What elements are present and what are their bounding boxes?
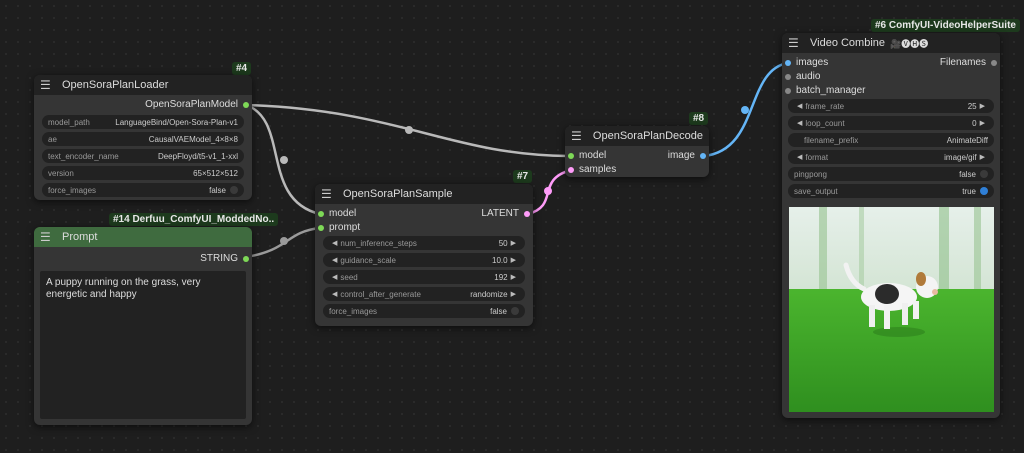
toggle-icon xyxy=(980,170,988,178)
menu-icon[interactable]: ☰ xyxy=(321,188,335,200)
output-slot-dot[interactable] xyxy=(524,211,530,217)
loop-count-widget[interactable]: ◀ loop_count 0 ▶ xyxy=(788,116,994,130)
pingpong-toggle[interactable]: pingpong false xyxy=(788,167,994,181)
increment-arrow-icon[interactable]: ▶ xyxy=(511,273,516,281)
output-slot-label: STRING xyxy=(200,253,238,264)
increment-arrow-icon[interactable]: ▶ xyxy=(980,153,985,161)
node-badge: #6 ComfyUI-VideoHelperSuite xyxy=(871,19,1020,32)
ae-widget[interactable]: ae CausalVAEModel_4×8×8 xyxy=(42,132,244,146)
video-combine-node[interactable]: ☰ Video Combine 🎥🅥🅗🅢 images audio batch_… xyxy=(782,33,1000,418)
increment-arrow-icon[interactable]: ▶ xyxy=(511,290,516,298)
increment-arrow-icon[interactable]: ▶ xyxy=(511,239,516,247)
opensoraplan-loader-node[interactable]: ☰ OpenSoraPlanLoader OpenSoraPlanModel m… xyxy=(34,75,252,200)
menu-icon[interactable]: ☰ xyxy=(40,231,54,243)
input-slot-label: batch_manager xyxy=(796,85,866,96)
decrement-arrow-icon[interactable]: ◀ xyxy=(797,153,802,161)
vhs-icons: 🎥🅥🅗🅢 xyxy=(890,38,929,49)
prompt-textarea[interactable]: A puppy running on the grass, very energ… xyxy=(40,271,246,419)
node-title: OpenSoraPlanDecode xyxy=(592,130,703,142)
opensoraplan-sample-node[interactable]: ☰ OpenSoraPlanSample model prompt LATENT… xyxy=(315,184,533,326)
num-inference-steps-widget[interactable]: ◀ num_inference_steps 50 ▶ xyxy=(323,236,525,250)
link-midpoint[interactable] xyxy=(280,156,288,164)
node-title: Video Combine xyxy=(810,37,886,49)
link-string-to-prompt xyxy=(245,226,321,259)
toggle-icon xyxy=(980,187,988,195)
menu-icon[interactable]: ☰ xyxy=(571,130,585,142)
node-title: OpenSoraPlanLoader xyxy=(62,79,169,91)
prompt-node[interactable]: ☰ Prompt STRING A puppy running on the g… xyxy=(34,227,252,425)
filename-prefix-widget[interactable]: filename_prefix AnimateDiff xyxy=(788,133,994,147)
node-badge: #7 xyxy=(513,170,533,183)
guidance-scale-widget[interactable]: ◀ guidance_scale 10.0 ▶ xyxy=(323,253,525,267)
toggle-icon xyxy=(511,307,519,315)
force-images-toggle[interactable]: force_images false xyxy=(323,304,525,318)
increment-arrow-icon[interactable]: ▶ xyxy=(980,119,985,127)
node-title: OpenSoraPlanSample xyxy=(343,188,453,200)
input-slot-dot[interactable] xyxy=(318,225,324,231)
control-after-generate-widget[interactable]: ◀ control_after_generate randomize ▶ xyxy=(323,287,525,301)
input-slot-label: model xyxy=(329,208,357,219)
model-path-widget[interactable]: model_path LanguageBind/Open-Sora-Plan-v… xyxy=(42,115,244,129)
frame-rate-widget[interactable]: ◀ frame_rate 25 ▶ xyxy=(788,99,994,113)
menu-icon[interactable]: ☰ xyxy=(788,37,802,49)
input-slot-label: audio xyxy=(796,71,821,82)
link-model-to-sample xyxy=(245,103,321,216)
input-slot-label: prompt xyxy=(329,222,361,233)
video-preview xyxy=(789,207,994,412)
output-slot-dot[interactable] xyxy=(700,153,706,159)
seed-widget[interactable]: ◀ seed 192 ▶ xyxy=(323,270,525,284)
node-title: Prompt xyxy=(62,231,98,243)
link-model-to-decode xyxy=(245,103,569,158)
link-midpoint[interactable] xyxy=(280,237,288,245)
link-midpoint[interactable] xyxy=(544,187,552,195)
toggle-icon xyxy=(230,186,238,194)
node-header[interactable]: ☰ Prompt xyxy=(34,227,252,247)
menu-icon[interactable]: ☰ xyxy=(40,79,54,91)
node-badge: #8 xyxy=(689,112,709,125)
increment-arrow-icon[interactable]: ▶ xyxy=(980,102,985,110)
link-latent-to-samples xyxy=(527,168,572,216)
text-encoder-widget[interactable]: text_encoder_name DeepFloyd/t5-v1_1-xxl xyxy=(42,149,244,163)
output-slot-label: Filenames xyxy=(939,57,986,68)
force-images-toggle[interactable]: force_images false xyxy=(42,183,244,197)
format-widget[interactable]: ◀ format image/gif ▶ xyxy=(788,150,994,164)
node-header[interactable]: ☰ OpenSoraPlanDecode xyxy=(565,126,709,146)
save-output-toggle[interactable]: save_output true xyxy=(788,184,994,198)
opensoraplan-decode-node[interactable]: ☰ OpenSoraPlanDecode model samples image xyxy=(565,126,709,177)
output-slot-dot[interactable] xyxy=(243,102,249,108)
increment-arrow-icon[interactable]: ▶ xyxy=(511,256,516,264)
decrement-arrow-icon[interactable]: ◀ xyxy=(797,102,802,110)
input-slot-dot[interactable] xyxy=(568,167,574,173)
decrement-arrow-icon[interactable]: ◀ xyxy=(332,290,337,298)
output-slot-dot[interactable] xyxy=(991,60,997,66)
node-header[interactable]: ☰ OpenSoraPlanLoader xyxy=(34,75,252,95)
input-slot-label: model xyxy=(579,150,607,161)
node-header[interactable]: ☰ Video Combine 🎥🅥🅗🅢 xyxy=(782,33,1000,53)
output-slot-label: LATENT xyxy=(481,208,519,219)
input-slot-dot[interactable] xyxy=(785,74,791,80)
version-widget[interactable]: version 65×512×512 xyxy=(42,166,244,180)
output-slot-label: OpenSoraPlanModel xyxy=(145,99,238,110)
output-slot-label: image xyxy=(667,150,695,161)
decrement-arrow-icon[interactable]: ◀ xyxy=(332,239,337,247)
input-slot-dot[interactable] xyxy=(318,211,324,217)
decrement-arrow-icon[interactable]: ◀ xyxy=(332,256,337,264)
input-slot-dot[interactable] xyxy=(568,153,574,159)
input-slot-dot[interactable] xyxy=(785,88,791,94)
output-slot-dot[interactable] xyxy=(243,256,249,262)
input-slot-label: samples xyxy=(579,164,617,175)
node-header[interactable]: ☰ OpenSoraPlanSample xyxy=(315,184,533,204)
link-midpoint[interactable] xyxy=(405,126,413,134)
link-image-to-images xyxy=(703,61,789,158)
node-badge: #14 Derfuu_ComfyUI_ModdedNo.. xyxy=(109,213,279,226)
decrement-arrow-icon[interactable]: ◀ xyxy=(332,273,337,281)
input-slot-label: images xyxy=(796,57,829,68)
decrement-arrow-icon[interactable]: ◀ xyxy=(797,119,802,127)
link-midpoint[interactable] xyxy=(741,106,749,114)
input-slot-dot[interactable] xyxy=(785,60,791,66)
node-badge: #4 xyxy=(232,62,252,75)
